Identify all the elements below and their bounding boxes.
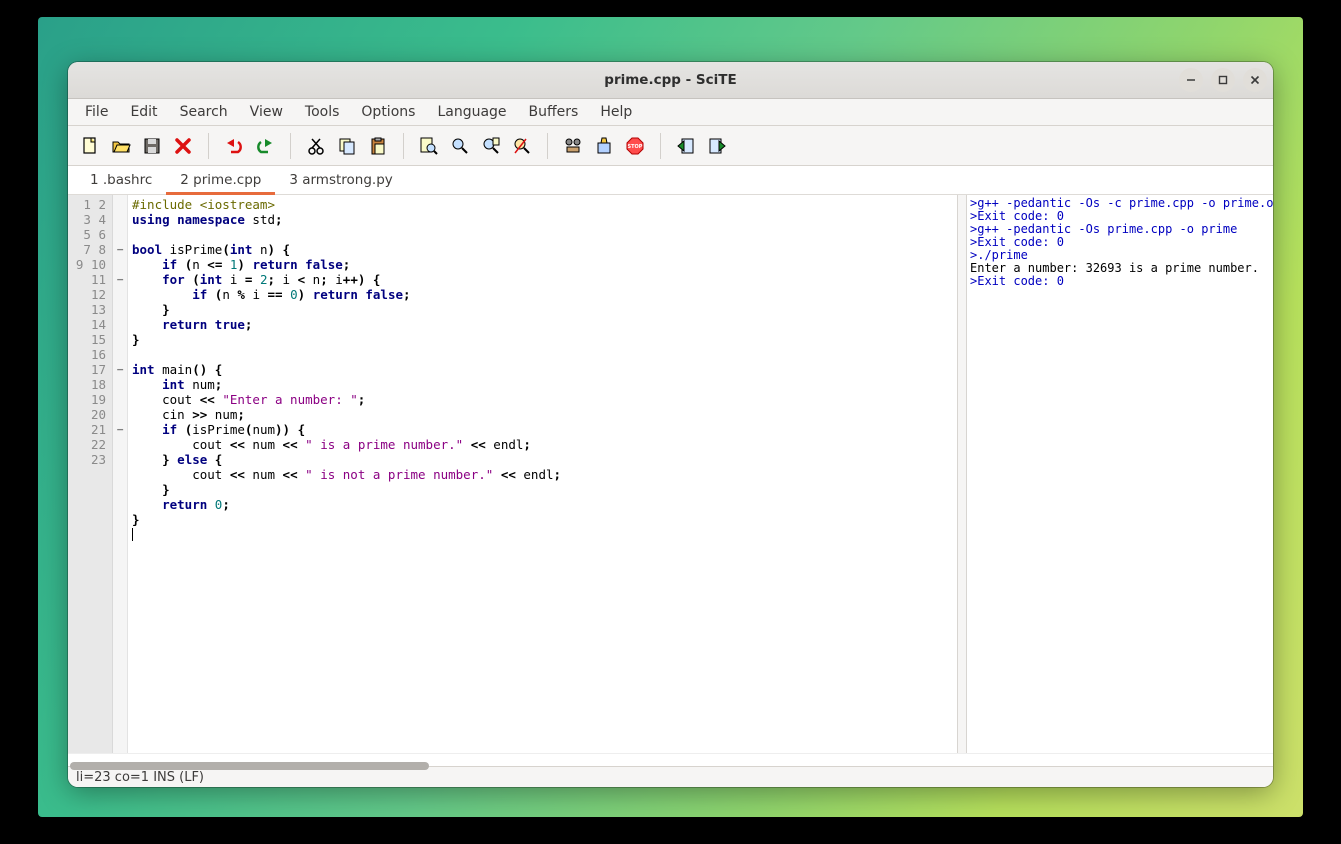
fold-marker[interactable] <box>113 212 127 227</box>
toolbar-separator <box>403 133 404 159</box>
menu-language[interactable]: Language <box>426 101 517 123</box>
menubar: FileEditSearchViewToolsOptionsLanguageBu… <box>68 99 1273 126</box>
stop-icon[interactable]: STOP <box>623 134 647 158</box>
fold-margin[interactable]: − − − − <box>113 195 128 753</box>
toolbar-separator <box>208 133 209 159</box>
content-area: 1 2 3 4 5 6 7 8 9 10 11 12 13 14 15 16 1… <box>68 195 1273 753</box>
menu-file[interactable]: File <box>74 101 119 123</box>
toolbar-separator <box>290 133 291 159</box>
toolbar-separator <box>547 133 548 159</box>
find-icon[interactable] <box>417 134 441 158</box>
splitter[interactable] <box>957 195 967 753</box>
fold-marker[interactable] <box>113 392 127 407</box>
close-button[interactable] <box>1243 68 1267 92</box>
fold-marker[interactable]: − <box>113 272 127 287</box>
tab[interactable]: 2 prime.cpp <box>166 167 275 194</box>
paste-icon[interactable] <box>366 134 390 158</box>
open-icon[interactable] <box>109 134 133 158</box>
fold-marker[interactable] <box>113 467 127 482</box>
fold-marker[interactable] <box>113 377 127 392</box>
menu-tools[interactable]: Tools <box>294 101 351 123</box>
prev-icon[interactable] <box>674 134 698 158</box>
fold-marker[interactable] <box>113 482 127 497</box>
horizontal-scrollbar[interactable] <box>68 753 1273 766</box>
fold-marker[interactable] <box>113 227 127 242</box>
fold-marker[interactable] <box>113 452 127 467</box>
fold-marker[interactable] <box>113 332 127 347</box>
fold-marker[interactable] <box>113 257 127 272</box>
menu-view[interactable]: View <box>239 101 294 123</box>
window-title: prime.cpp - SciTE <box>604 72 736 88</box>
status-text: li=23 co=1 INS (LF) <box>76 770 204 785</box>
menu-help[interactable]: Help <box>589 101 643 123</box>
window-controls <box>1179 68 1267 92</box>
code-editor[interactable]: #include <iostream> using namespace std;… <box>128 195 957 753</box>
goto-icon[interactable] <box>561 134 585 158</box>
toolbar-separator <box>660 133 661 159</box>
replace-icon[interactable] <box>510 134 534 158</box>
toolbar: STOP <box>68 126 1273 166</box>
tab[interactable]: 1 .bashrc <box>76 167 166 194</box>
fold-marker[interactable] <box>113 527 127 542</box>
editor-pane: 1 2 3 4 5 6 7 8 9 10 11 12 13 14 15 16 1… <box>68 195 957 753</box>
fold-marker[interactable]: − <box>113 422 127 437</box>
svg-text:STOP: STOP <box>628 144 643 150</box>
next-icon[interactable] <box>705 134 729 158</box>
save-icon[interactable] <box>140 134 164 158</box>
tabbar: 1 .bashrc2 prime.cpp3 armstrong.py <box>68 166 1273 195</box>
undo-icon[interactable] <box>222 134 246 158</box>
redo-icon[interactable] <box>253 134 277 158</box>
application-window: prime.cpp - SciTE FileEditSearchViewTool… <box>68 62 1273 787</box>
findfiles-icon[interactable] <box>479 134 503 158</box>
maximize-button[interactable] <box>1211 68 1235 92</box>
fold-marker[interactable] <box>113 437 127 452</box>
menu-options[interactable]: Options <box>350 101 426 123</box>
new-icon[interactable] <box>78 134 102 158</box>
menu-edit[interactable]: Edit <box>119 101 168 123</box>
desktop-wallpaper: prime.cpp - SciTE FileEditSearchViewTool… <box>38 17 1303 817</box>
copy-icon[interactable] <box>335 134 359 158</box>
fold-marker[interactable] <box>113 347 127 362</box>
titlebar[interactable]: prime.cpp - SciTE <box>68 62 1273 99</box>
tab[interactable]: 3 armstrong.py <box>275 167 406 194</box>
cut-icon[interactable] <box>304 134 328 158</box>
fold-marker[interactable] <box>113 302 127 317</box>
menu-search[interactable]: Search <box>169 101 239 123</box>
fold-marker[interactable]: − <box>113 242 127 257</box>
line-number-gutter: 1 2 3 4 5 6 7 8 9 10 11 12 13 14 15 16 1… <box>68 195 113 753</box>
fold-marker[interactable] <box>113 512 127 527</box>
close-icon[interactable] <box>171 134 195 158</box>
minimize-button[interactable] <box>1179 68 1203 92</box>
fold-marker[interactable] <box>113 287 127 302</box>
output-pane[interactable]: >g++ -pedantic -Os -c prime.cpp -o prime… <box>967 195 1273 753</box>
menu-buffers[interactable]: Buffers <box>518 101 590 123</box>
fold-marker[interactable] <box>113 497 127 512</box>
findnext-icon[interactable] <box>448 134 472 158</box>
fold-marker[interactable] <box>113 197 127 212</box>
fold-marker[interactable] <box>113 317 127 332</box>
fold-marker[interactable]: − <box>113 362 127 377</box>
compile-icon[interactable] <box>592 134 616 158</box>
fold-marker[interactable] <box>113 407 127 422</box>
